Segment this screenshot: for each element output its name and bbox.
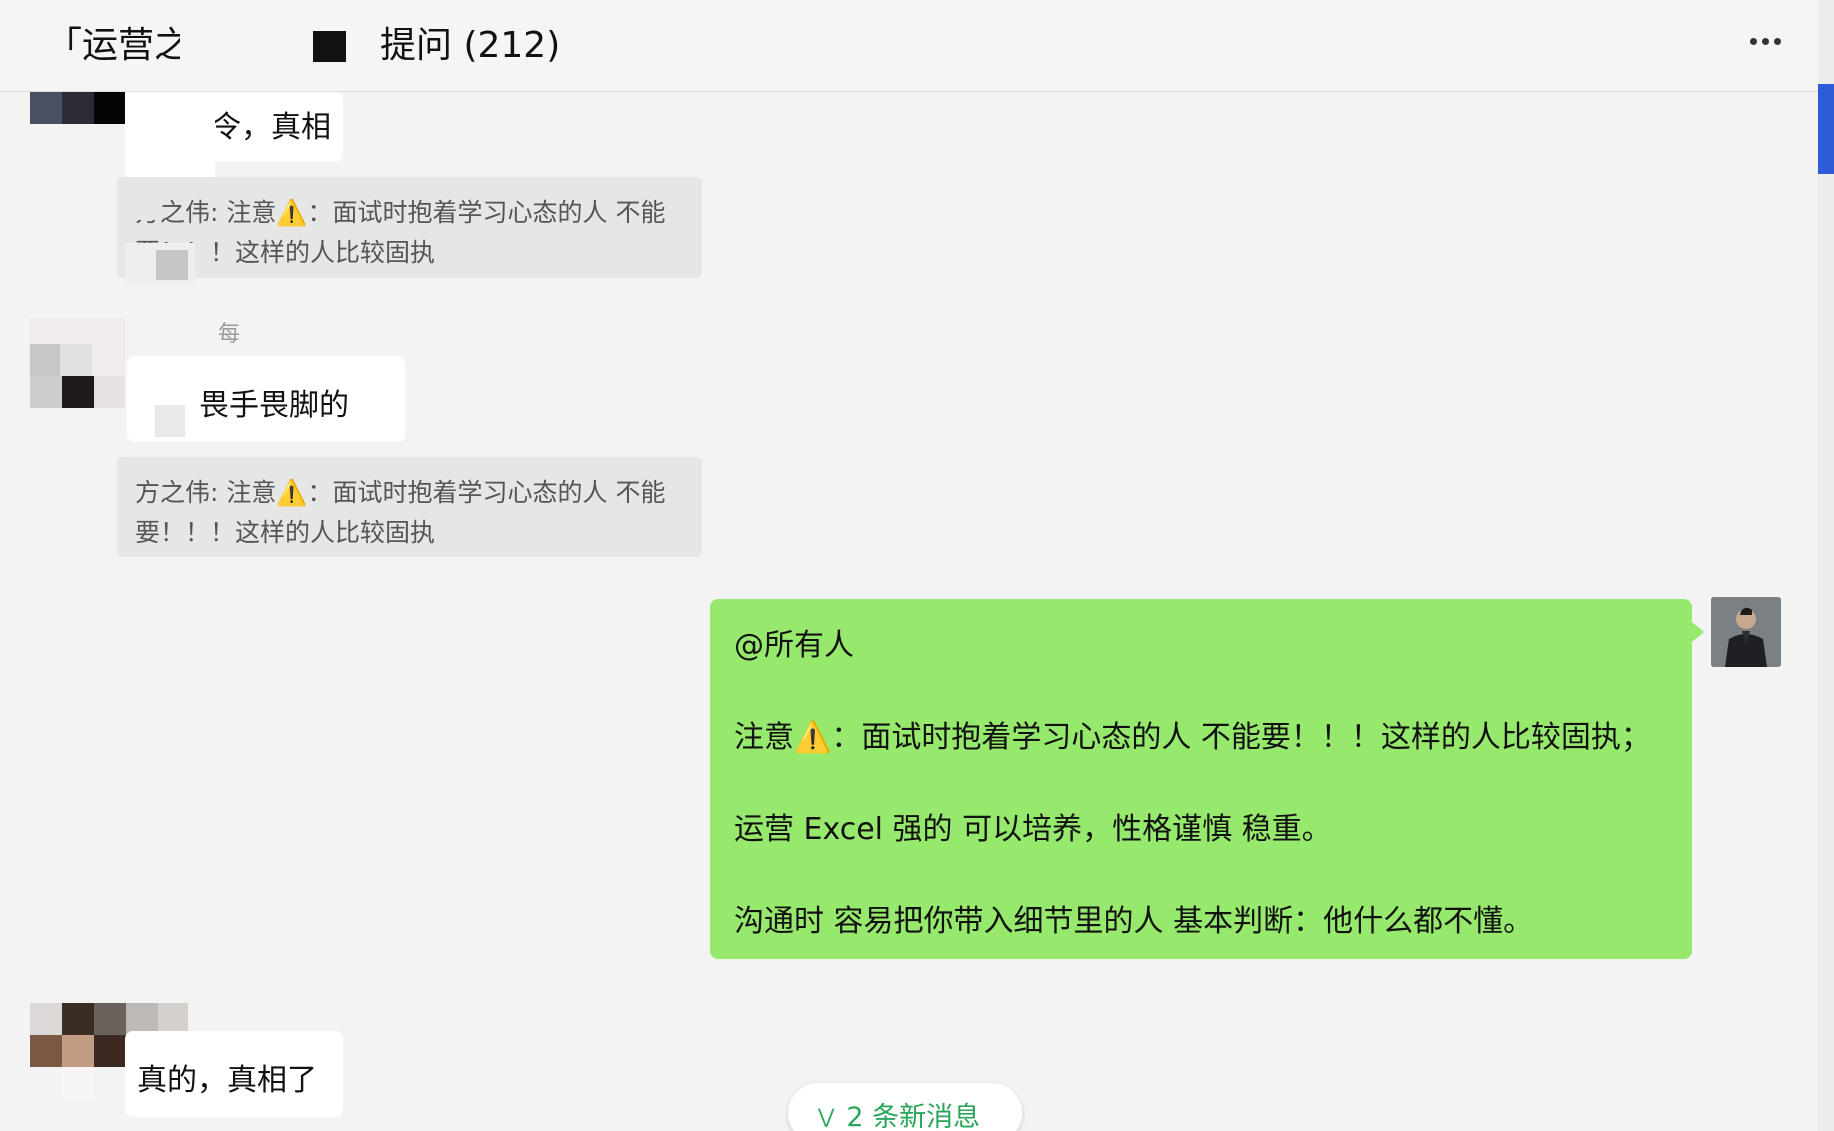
redaction-mask bbox=[156, 250, 188, 280]
quote-line: 要！！！这样的人比较固执 bbox=[135, 518, 436, 547]
more-options-icon[interactable] bbox=[1750, 30, 1790, 45]
scroll-thumb[interactable] bbox=[1818, 84, 1834, 174]
new-messages-label: 2 条新消息 bbox=[846, 1102, 981, 1131]
redaction-mask bbox=[125, 92, 215, 187]
title-redaction-block bbox=[313, 31, 346, 62]
message-text: 令，真相 bbox=[211, 110, 331, 145]
message-bubble: 真的，真相了 bbox=[125, 1031, 343, 1117]
self-message-bubble: @所有人 注意⚠️：面试时抱着学习心态的人 不能要！！！这样的人比较固执； 运营… bbox=[710, 599, 1692, 959]
quoted-message: 方之伟: 注意⚠️：面试时抱着学习心态的人 不能 要！！！这样的人比较固执 bbox=[117, 177, 702, 278]
chat-title-prefix: 「运营之 bbox=[46, 25, 191, 66]
chat-title-suffix: 提问 (212) bbox=[380, 25, 561, 66]
message-text: 真的，真相了 bbox=[137, 1063, 317, 1098]
avatar[interactable] bbox=[30, 92, 126, 124]
quote-line: 要！！！这样的人比较固执 bbox=[135, 238, 436, 267]
quote-line: 方之伟: 注意⚠️：面试时抱着学习心态的人 不能 bbox=[135, 478, 666, 507]
message-text: 运营 Excel 强的 可以培养，性格谨慎 稳重。 bbox=[734, 812, 1332, 847]
message-text: ，畏手畏脚的 bbox=[169, 388, 349, 423]
avatar[interactable] bbox=[30, 318, 125, 408]
redaction-mask bbox=[155, 405, 185, 437]
quote-line: 方之伟: 注意⚠️：面试时抱着学习心态的人 不能 bbox=[135, 198, 666, 227]
scrollbar[interactable] bbox=[1818, 0, 1834, 1131]
chevron-down-icon: ⋁ bbox=[818, 1104, 835, 1128]
sender-name: 每 bbox=[218, 322, 241, 347]
chat-header: 「运营之 提问 (212) bbox=[0, 0, 1818, 92]
quoted-message: 方之伟: 注意⚠️：面试时抱着学习心态的人 不能 要！！！这样的人比较固执 bbox=[117, 457, 702, 557]
redaction-mask bbox=[120, 180, 160, 220]
new-messages-button[interactable]: ⋁ 2 条新消息 bbox=[788, 1083, 1022, 1131]
self-avatar[interactable] bbox=[1711, 597, 1781, 667]
message-text: 沟通时 容易把你带入细节里的人 基本判断：他什么都不懂。 bbox=[734, 904, 1534, 939]
message-text: @所有人 bbox=[734, 628, 854, 663]
message-text: 注意⚠️：面试时抱着学习心态的人 不能要！！！这样的人比较固执； bbox=[734, 720, 1651, 755]
bubble-tail bbox=[1692, 622, 1704, 642]
